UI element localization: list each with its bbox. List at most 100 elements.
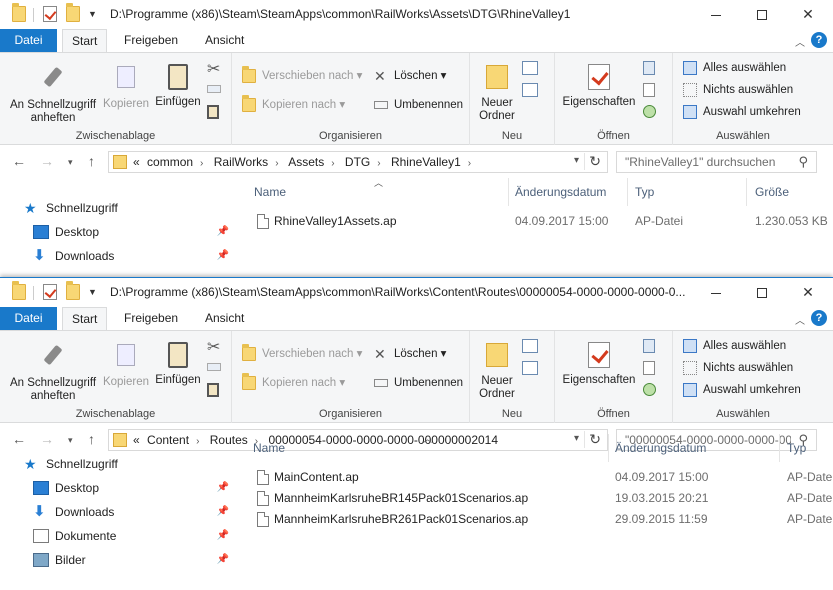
move-to-button[interactable]: Verschieben nach ▾	[242, 344, 362, 363]
properties-button[interactable]: Eigenschaften	[559, 341, 639, 387]
divider[interactable]	[508, 178, 509, 206]
select-all-button[interactable]: Alles auswählen	[683, 337, 786, 355]
properties-quick-icon[interactable]	[43, 284, 57, 300]
column-header-type[interactable]: Typ	[635, 178, 654, 206]
breadcrumb-chevron-icon[interactable]: ›	[331, 158, 334, 169]
breadcrumb-item[interactable]: Content	[147, 433, 189, 447]
collapse-ribbon-icon[interactable]: ︿	[795, 34, 805, 49]
breadcrumb-chevron-icon[interactable]: ›	[200, 158, 203, 169]
nav-item-downloads[interactable]: ⬇ Downloads 📌	[33, 245, 233, 267]
minimize-button[interactable]	[693, 0, 739, 29]
tab-share[interactable]: Freigeben	[115, 29, 187, 52]
pin-icon[interactable]: 📌	[217, 501, 229, 523]
edit-icon[interactable]	[643, 361, 655, 375]
pin-icon[interactable]: 📌	[217, 221, 229, 243]
select-none-button[interactable]: Nichts auswählen	[683, 81, 793, 99]
back-arrow-icon[interactable]: ←	[12, 153, 26, 169]
tab-file[interactable]: Datei	[0, 29, 57, 52]
customize-quick-access-icon[interactable]: ▼	[88, 9, 97, 19]
breadcrumb-item[interactable]: common	[147, 155, 193, 169]
breadcrumb-chevron-icon[interactable]: ›	[275, 158, 278, 169]
nav-item-documents[interactable]: Dokumente 📌	[33, 525, 233, 547]
file-row[interactable]: MannheimKarlsruheBR145Pack01Scenarios.ap…	[237, 488, 833, 509]
tab-start[interactable]: Start	[62, 307, 108, 331]
minimize-button[interactable]	[693, 278, 739, 307]
column-header-name[interactable]: Name	[254, 178, 286, 206]
column-header-type[interactable]: Typ	[787, 434, 806, 462]
divider[interactable]	[608, 434, 609, 462]
customize-quick-access-icon[interactable]: ▼	[88, 287, 97, 297]
properties-button[interactable]: Eigenschaften	[559, 63, 639, 109]
nav-item-quick-access[interactable]: ★ Schnellzugriff	[24, 197, 234, 219]
tab-share[interactable]: Freigeben	[115, 307, 187, 330]
pin-icon[interactable]: 📌	[217, 549, 229, 571]
new-folder-quick-icon[interactable]	[66, 281, 80, 300]
cut-icon[interactable]: ✂	[207, 59, 220, 79]
breadcrumb-item[interactable]: 00000054-0000-0000-0000-000000002014	[268, 433, 498, 447]
divider[interactable]	[746, 178, 747, 206]
new-folder-button[interactable]: Neuer Ordner	[472, 341, 522, 401]
paste-shortcut-icon[interactable]	[207, 105, 219, 119]
pin-icon[interactable]: 📌	[217, 245, 229, 267]
forward-arrow-icon[interactable]: →	[40, 153, 54, 169]
delete-button[interactable]: ✕ Löschen ▾	[374, 345, 446, 363]
back-arrow-icon[interactable]: ←	[12, 431, 26, 447]
breadcrumb-item[interactable]: Assets	[288, 155, 324, 169]
address-dropdown-icon[interactable]: ▾	[574, 155, 579, 166]
easy-access-icon[interactable]	[522, 83, 538, 97]
invert-selection-button[interactable]: Auswahl umkehren	[683, 103, 801, 121]
nav-item-pictures[interactable]: Bilder 📌	[33, 549, 233, 571]
edit-icon[interactable]	[643, 83, 655, 97]
copy-button[interactable]: Kopieren	[100, 341, 152, 389]
new-folder-quick-icon[interactable]	[66, 3, 80, 22]
address-bar[interactable]: « common › RailWorks › Assets › DTG › RhineV…	[108, 151, 608, 173]
pin-icon[interactable]: 📌	[217, 525, 229, 547]
collapse-ribbon-icon[interactable]: ︿	[795, 312, 805, 327]
history-icon[interactable]	[643, 105, 656, 118]
maximize-button[interactable]	[739, 0, 785, 29]
address-dropdown-icon[interactable]: ▾	[574, 433, 579, 444]
close-button[interactable]: ✕	[785, 278, 831, 307]
nav-item-downloads[interactable]: ⬇ Downloads 📌	[33, 501, 233, 523]
delete-button[interactable]: ✕ Löschen ▾	[374, 67, 446, 85]
history-icon[interactable]	[643, 383, 656, 396]
select-all-button[interactable]: Alles auswählen	[683, 59, 786, 77]
paste-button[interactable]: Einfügen	[153, 63, 203, 109]
tab-file[interactable]: Datei	[0, 307, 57, 330]
pin-icon[interactable]: 📌	[217, 477, 229, 499]
up-arrow-icon[interactable]: ↑	[88, 431, 95, 447]
invert-selection-button[interactable]: Auswahl umkehren	[683, 381, 801, 399]
copy-button[interactable]: Kopieren	[100, 63, 152, 111]
breadcrumb-chevron-icon[interactable]: ›	[377, 158, 380, 169]
nav-item-quick-access[interactable]: ★ Schnellzugriff	[24, 453, 234, 475]
copy-path-icon[interactable]	[207, 363, 221, 371]
copy-to-button[interactable]: Kopieren nach ▾	[242, 95, 345, 114]
new-item-icon[interactable]	[522, 339, 538, 353]
file-row[interactable]: RhineValley1Assets.ap 04.09.2017 15:00 A…	[237, 211, 833, 232]
divider[interactable]	[627, 178, 628, 206]
file-row[interactable]: MainContent.ap 04.09.2017 15:00 AP-Date	[237, 467, 833, 488]
easy-access-icon[interactable]	[522, 361, 538, 375]
nav-item-desktop[interactable]: Desktop 📌	[33, 477, 233, 499]
paste-button[interactable]: Einfügen	[153, 341, 203, 387]
breadcrumb-item[interactable]: RhineValley1	[391, 155, 461, 169]
breadcrumb-item[interactable]: RailWorks	[214, 155, 268, 169]
search-input[interactable]: "RhineValley1" durchsuchen ⚲	[616, 151, 817, 173]
help-icon[interactable]: ?	[811, 310, 827, 326]
column-header-date[interactable]: Änderungsdatum	[515, 178, 606, 206]
breadcrumb-chevron-icon[interactable]: ›	[196, 436, 199, 447]
pin-quick-access-button[interactable]: An Schnellzugriff anheften	[4, 63, 102, 125]
refresh-icon[interactable]: ↻	[584, 153, 601, 170]
breadcrumb-item[interactable]: Routes	[210, 433, 248, 447]
move-to-button[interactable]: Verschieben nach ▾	[242, 66, 362, 85]
open-icon[interactable]	[643, 61, 655, 75]
new-item-icon[interactable]	[522, 61, 538, 75]
up-arrow-icon[interactable]: ↑	[88, 153, 95, 169]
close-button[interactable]: ✕	[785, 0, 831, 29]
nav-item-desktop[interactable]: Desktop 📌	[33, 221, 233, 243]
recent-locations-icon[interactable]: ▾	[68, 435, 73, 446]
rename-button[interactable]: Umbenennen	[374, 374, 463, 392]
cut-icon[interactable]: ✂	[207, 337, 220, 357]
address-bar[interactable]: « Content › Routes › 00000054-0000-0000-00…	[108, 429, 608, 451]
help-icon[interactable]: ?	[811, 32, 827, 48]
